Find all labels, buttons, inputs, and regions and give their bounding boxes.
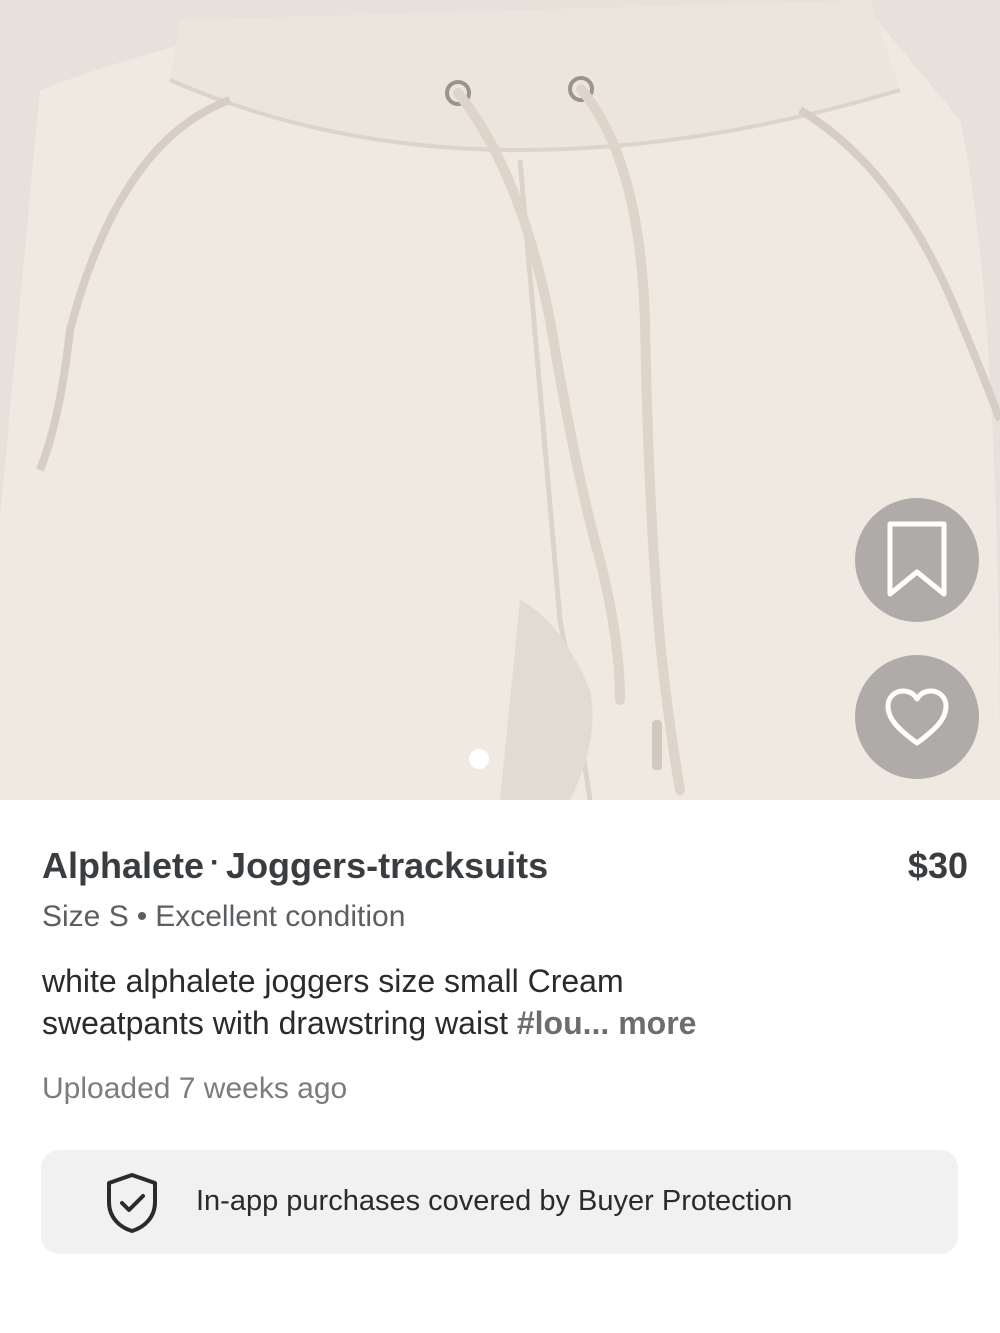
size-label: Size S: [42, 900, 129, 933]
hashtag-link[interactable]: #lou...: [517, 1005, 609, 1041]
listing-meta: Size S • Excellent condition: [42, 900, 405, 934]
condition-label: Excellent condition: [155, 900, 406, 933]
description-line-2: sweatpants with drawstring waist #lou...…: [42, 1002, 942, 1044]
listing-photo[interactable]: [0, 0, 1000, 800]
upload-time: Uploaded 7 weeks ago: [42, 1072, 348, 1105]
meta-separator: •: [136, 900, 148, 933]
bookmark-icon: [887, 521, 947, 597]
listing-description: white alphalete joggers size small Cream…: [42, 960, 942, 1044]
save-button[interactable]: [855, 498, 979, 622]
listing-price: $30: [907, 845, 968, 886]
gallery-page-indicator: [469, 749, 489, 769]
shield-check-icon: [107, 1173, 157, 1233]
joggers-photo-illustration: [0, 0, 1000, 800]
listing-title-row: Alphalete · Joggers-tracksuits $30: [42, 845, 968, 891]
buyer-protection-banner[interactable]: In-app purchases covered by Buyer Protec…: [41, 1150, 958, 1254]
heart-icon: [885, 688, 949, 746]
brand-link[interactable]: Alphalete: [42, 845, 204, 886]
category-link[interactable]: Joggers-tracksuits: [226, 845, 548, 886]
buyer-protection-text: In-app purchases covered by Buyer Protec…: [196, 1185, 793, 1217]
listing-title: Alphalete · Joggers-tracksuits: [42, 845, 548, 887]
like-button[interactable]: [855, 655, 979, 779]
description-line-1: white alphalete joggers size small Cream: [42, 963, 624, 999]
more-link[interactable]: more: [618, 1005, 696, 1041]
title-separator: ·: [210, 846, 221, 879]
description-text: sweatpants with drawstring waist: [42, 1005, 508, 1041]
